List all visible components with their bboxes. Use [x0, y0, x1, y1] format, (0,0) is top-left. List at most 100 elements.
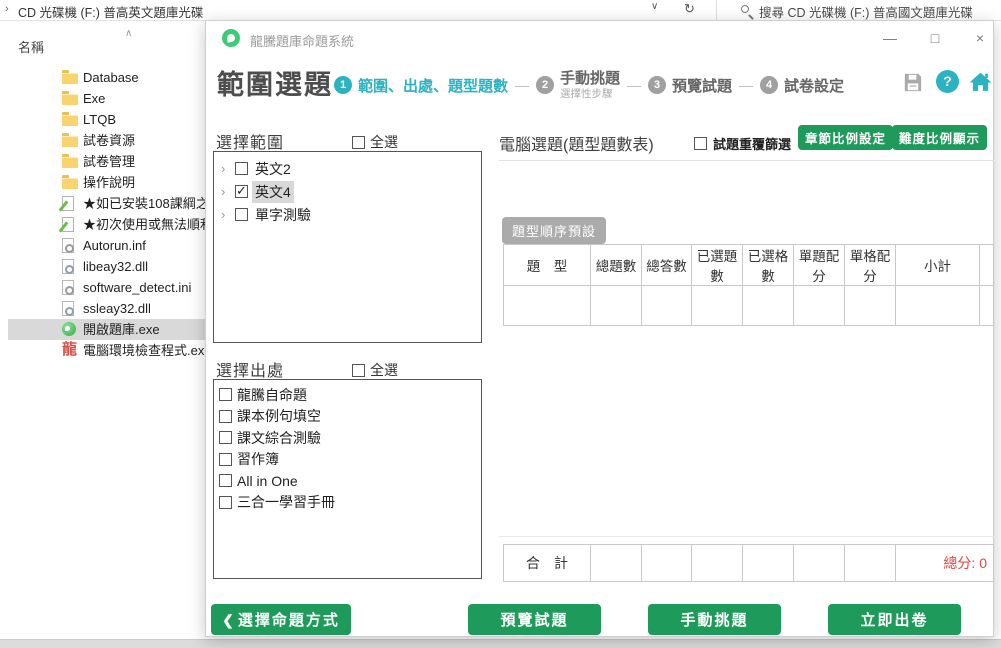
file-row-autorun[interactable]: Autorun.inf [0, 235, 205, 256]
source-checkbox[interactable] [219, 453, 232, 466]
manual-pick-button[interactable]: 手動挑題 [648, 604, 781, 635]
file-row-note-108[interactable]: ★如已安裝108課綱之v1.0.1版 [0, 193, 205, 214]
back-to-method-button[interactable]: ❮選擇命題方式 [211, 604, 351, 635]
step-1: 1 範圍、出處、題型題數 [334, 75, 508, 96]
name-column-header[interactable]: 名稱 [18, 37, 44, 56]
step-1-number: 1 [334, 76, 352, 94]
file-row-libeay32[interactable]: libeay32.dll [0, 256, 205, 277]
source-checkbox[interactable] [219, 431, 232, 444]
file-row-exam-management[interactable]: 試卷管理 [0, 151, 205, 172]
tree-checkbox[interactable] [235, 185, 248, 198]
source-checkbox[interactable] [219, 474, 232, 487]
tree-item-english2[interactable]: › 英文2 [214, 157, 481, 180]
tree-checkbox[interactable] [235, 208, 248, 221]
file-name: 開啟題庫.exe [83, 322, 160, 337]
address-dropdown-icon[interactable]: ∨ [651, 1, 658, 12]
source-item[interactable]: 三合一學習手冊 [214, 492, 481, 514]
source-item-label: 課文綜合測驗 [237, 428, 321, 448]
col-points-per-blank: 單格配分 [845, 245, 896, 286]
search-placeholder: 搜尋 CD 光碟機 (F:) 普高國文題庫光碟 [759, 2, 973, 21]
range-select-all-label: 全選 [370, 132, 398, 152]
folder-icon [62, 157, 78, 168]
file-row-ssleay32[interactable]: ssleay32.dll [0, 298, 205, 319]
tree-item-vocab-test[interactable]: › 單字測驗 [214, 203, 481, 226]
dragon-app-icon: 龍 [62, 341, 77, 359]
file-name: LTQB [83, 112, 116, 127]
source-item-label: 習作簿 [237, 449, 279, 469]
step-2: 2 手動挑題 選擇性步驟 [536, 70, 620, 99]
file-list: Database Exe LTQB 試卷資源 試卷管理 操作說明 ★如已安裝10… [0, 67, 205, 361]
duplicate-filter[interactable]: 試題重覆篩選 [694, 134, 791, 153]
col-spare [980, 245, 994, 286]
source-item[interactable]: All in One [214, 470, 481, 492]
preview-exam-button[interactable]: 預覽試題 [468, 604, 601, 635]
file-row-env-check-exe[interactable]: 龍電腦環境檢查程式.exe [0, 340, 205, 361]
step-separator: — [515, 77, 529, 93]
source-checkbox[interactable] [219, 388, 232, 401]
file-row-exe[interactable]: Exe [0, 88, 205, 109]
text-note-icon [62, 217, 74, 232]
difficulty-ratio-button[interactable]: 難度比例顯示 [892, 125, 987, 150]
step-3-label: 預覽試題 [672, 75, 732, 96]
source-item[interactable]: 課本例句填空 [214, 406, 481, 428]
tree-item-label[interactable]: 英文4 [252, 181, 294, 203]
source-checkbox[interactable] [219, 410, 232, 423]
tree-item-label[interactable]: 單字測驗 [252, 204, 314, 226]
expand-chevron-icon[interactable]: › [221, 184, 231, 199]
dll-file-icon [62, 259, 74, 274]
chapter-ratio-button[interactable]: 章節比例設定 [798, 125, 893, 150]
minimize-button[interactable]: — [880, 29, 900, 47]
file-row-note-firstuse[interactable]: ★初次使用或無法順利執行，請 [0, 214, 205, 235]
refresh-icon[interactable]: ↻ [684, 1, 695, 17]
sort-ascending-icon[interactable]: ∧ [125, 28, 132, 39]
source-item-label: All in One [237, 473, 298, 489]
file-row-instructions[interactable]: 操作說明 [0, 172, 205, 193]
source-checkbox[interactable] [219, 496, 232, 509]
range-select-all-checkbox[interactable] [352, 136, 365, 149]
tree-checkbox[interactable] [235, 162, 248, 175]
file-row-database[interactable]: Database [0, 67, 205, 88]
source-item[interactable]: 龍騰自命題 [214, 384, 481, 406]
tree-item-english4[interactable]: › 英文4 [214, 180, 481, 203]
tree-item-label[interactable]: 英文2 [252, 158, 294, 180]
explorer-address-bar: › CD 光碟機 (F:) 普高英文題庫光碟 ∨ ↻ 搜尋 CD 光碟機 (F:… [0, 0, 1001, 21]
address-breadcrumb[interactable]: CD 光碟機 (F:) 普高英文題庫光碟 [18, 2, 203, 21]
app-logo-icon [222, 29, 240, 47]
panel-divider [499, 160, 994, 161]
close-button[interactable]: × [970, 29, 990, 47]
home-icon[interactable] [968, 69, 993, 99]
col-total-answers: 總答數 [642, 245, 692, 286]
expand-chevron-icon[interactable]: › [221, 207, 231, 222]
duplicate-filter-checkbox[interactable] [694, 137, 707, 150]
step-4-label: 試卷設定 [784, 75, 844, 96]
file-row-open-bank-exe[interactable]: 開啟題庫.exe [8, 319, 205, 340]
page-title: 範圍選題 [217, 63, 333, 102]
file-row-exam-resources[interactable]: 試卷資源 [0, 130, 205, 151]
step-1-label: 範圍、出處、題型題數 [358, 75, 508, 96]
col-selected-questions: 已選題數 [692, 245, 743, 286]
source-item[interactable]: 習作簿 [214, 449, 481, 471]
range-select-all[interactable]: 全選 [352, 132, 398, 152]
expand-chevron-icon[interactable]: › [221, 161, 231, 176]
folder-icon [62, 73, 78, 84]
file-name: 電腦環境檢查程式.exe [83, 343, 205, 358]
table-empty-row [504, 286, 994, 326]
file-name: Exe [83, 91, 105, 106]
source-select-all-checkbox[interactable] [352, 364, 365, 377]
text-note-icon [62, 196, 74, 211]
save-icon[interactable] [901, 71, 924, 99]
question-type-table: 題 型 總題數 總答數 已選題數 已選格數 單題配分 單格配分 小計 [503, 244, 994, 326]
source-select-all[interactable]: 全選 [352, 360, 398, 380]
explorer-search-box[interactable]: 搜尋 CD 光碟機 (F:) 普高國文題庫光碟 [716, 0, 1001, 21]
total-score-cell: 總分: 0 [896, 545, 994, 582]
range-section-label: 選擇範圍 [216, 129, 284, 153]
create-exam-button[interactable]: 立即出卷 [828, 604, 961, 635]
folder-icon [62, 115, 78, 126]
file-row-software-detect[interactable]: software_detect.ini [0, 277, 205, 298]
question-order-preset-button[interactable]: 題型順序預設 [502, 217, 606, 244]
file-row-ltqb[interactable]: LTQB [0, 109, 205, 130]
source-item[interactable]: 課文綜合測驗 [214, 427, 481, 449]
help-button[interactable]: ? [936, 70, 959, 93]
maximize-button[interactable]: □ [925, 29, 945, 47]
dialog-titlebar[interactable]: 龍騰題庫命題系統 — □ × [206, 21, 993, 55]
